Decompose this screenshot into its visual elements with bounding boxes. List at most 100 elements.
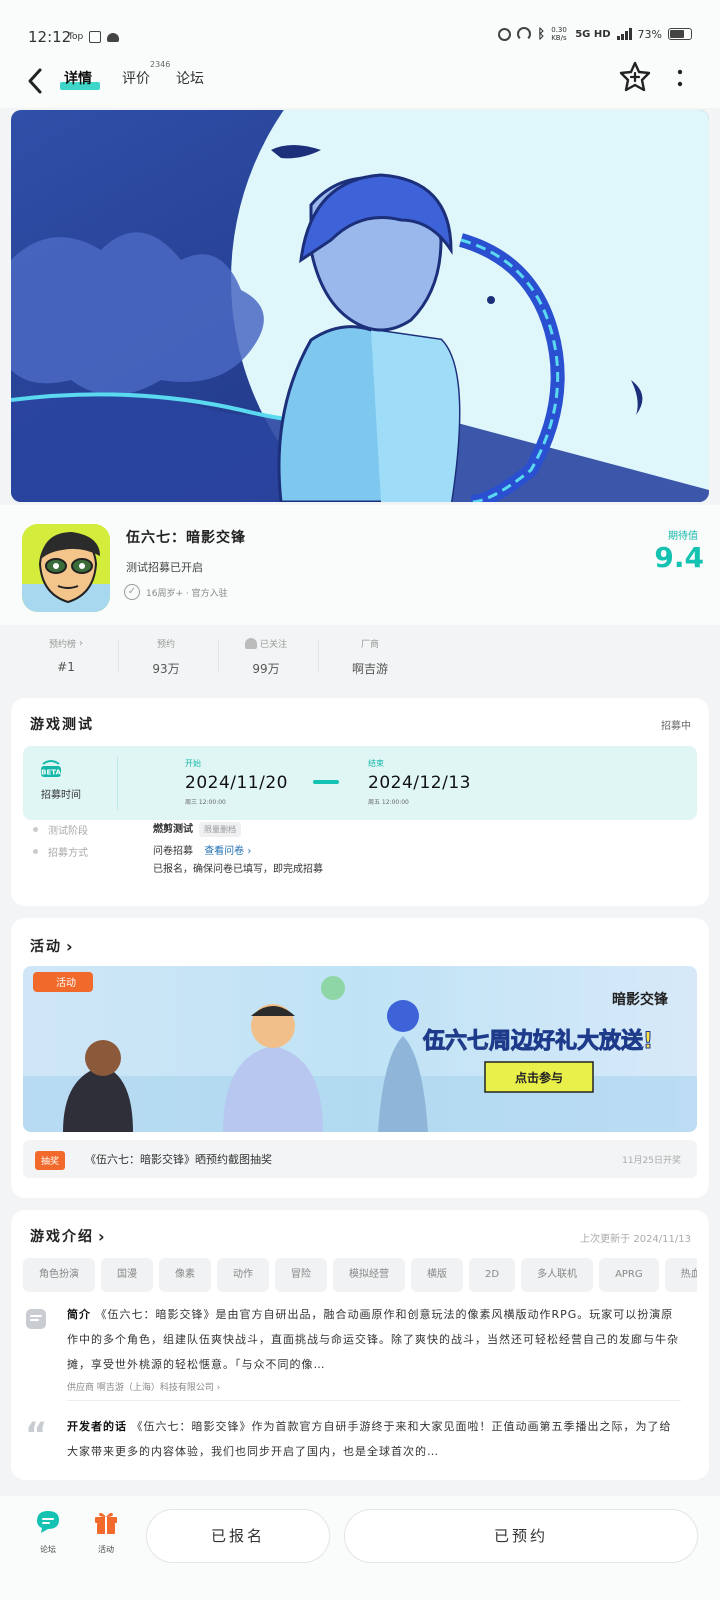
end-date: 2024/12/13 — [368, 773, 471, 793]
view-questionnaire-link[interactable]: 查看问卷 › — [204, 846, 251, 857]
stats-bar: 预约榜 › #1 预约 93万 已关注 99万 厂商 啊吉游 — [0, 625, 720, 687]
game-title: 伍六七：暗影交锋 — [126, 530, 246, 546]
network-type: 5G HD — [575, 28, 611, 40]
tab-details[interactable]: 详情 — [64, 68, 92, 88]
banner-tag: 活动 — [56, 977, 76, 989]
method-label-row: 招募方式 — [33, 844, 88, 859]
stat-reservations: 预约 93万 — [116, 637, 216, 677]
tag-chip[interactable]: 冒险 — [275, 1258, 327, 1292]
intro-paragraph[interactable]: 简介 《伍六七：暗影交锋》是由官方自研出品，融合动画原作和创意玩法的像素风横版动… — [67, 1302, 683, 1377]
game-test-card: 游戏测试 招募中 BETA 招募时间 开始 2024/11/20 周三 12:0… — [11, 698, 709, 906]
dev-text: 《伍六七：暗影交锋》作为首款官方自研手游终于来和大家见面啦！正值动画第五季播出之… — [67, 1420, 672, 1458]
forum-nav-item[interactable]: 论坛 — [28, 1508, 68, 1555]
stat-reservations-value: 93万 — [152, 662, 180, 676]
lottery-row[interactable]: 抽奖 《伍六七：暗影交锋》晒预约截图抽奖 11月25日开奖 — [23, 1140, 697, 1178]
status-right: ᛒ 0.30 KB/s 5G HD 73% — [498, 26, 692, 42]
status-time: 12:12 — [28, 28, 72, 46]
score-value: 9.4 — [654, 541, 704, 574]
stat-rank-label: 预约榜 — [48, 640, 76, 650]
divider — [117, 756, 118, 810]
tag-list: 角色扮演 国漫 像素 动作 冒险 模拟经营 横版 2D 多人联机 APRG 热血 — [23, 1258, 697, 1294]
bluetooth-icon: ᛒ — [537, 26, 546, 42]
signup-button[interactable]: 已报名 — [146, 1509, 330, 1563]
tag-chip[interactable]: 2D — [469, 1258, 516, 1292]
tag-chip[interactable]: 国漫 — [101, 1258, 153, 1292]
tag-chip[interactable]: APRG — [599, 1258, 659, 1292]
bottom-bar: 论坛 活动 已报名 已预约 — [0, 1496, 720, 1600]
gift-icon — [95, 1512, 117, 1534]
recruit-time-box: BETA 招募时间 开始 2024/11/20 周三 12:00:00 结束 2… — [23, 746, 697, 820]
tag-chip[interactable]: 角色扮演 — [23, 1258, 95, 1292]
stat-publisher-label: 厂商 — [360, 640, 379, 650]
more-vertical-icon[interactable] — [672, 68, 688, 90]
stat-publisher-value: 啊吉游 — [351, 662, 388, 676]
lottery-tag: 抽奖 — [35, 1151, 66, 1170]
stat-followers[interactable]: 已关注 99万 — [216, 637, 316, 677]
banner-logo: 暗影交锋 — [612, 991, 669, 1008]
phase-label: 测试阶段 — [48, 826, 88, 837]
beta-icon: BETA — [41, 760, 61, 777]
chevron-right-icon: › — [216, 1383, 221, 1393]
stat-followers-value: 99万 — [252, 662, 280, 676]
tab-forum[interactable]: 论坛 — [176, 68, 204, 88]
intro-text: 《伍六七：暗影交锋》是由官方自研出品，融合动画原作和创意玩法的像素风横版动作RP… — [67, 1308, 679, 1371]
activity-banner[interactable]: 暗影交锋 伍六七周边好礼大放送! 点击参与 活动 — [23, 966, 697, 1132]
tag-chip[interactable]: 横版 — [411, 1258, 463, 1292]
reviews-count-badge: 2346 — [150, 60, 171, 69]
card-icon — [89, 31, 102, 43]
game-subtitle: 测试招募已开启 — [126, 561, 203, 574]
speedometer-icon — [517, 27, 532, 41]
alarm-icon — [498, 27, 512, 41]
start-date-block: 开始 2024/11/20 周三 12:00:00 — [185, 758, 288, 806]
method-value: 问卷招募 — [153, 846, 193, 857]
banner-headline: 伍六七周边好礼大放送! — [422, 1028, 653, 1054]
hero-image[interactable] — [11, 110, 709, 502]
chat-bubble-icon — [37, 1511, 59, 1533]
status-bar: 12:12 Top ᛒ 0.30 KB/s 5G HD 73% — [0, 0, 720, 58]
chevron-right-icon: › — [247, 846, 252, 857]
tag-chip[interactable]: 动作 — [217, 1258, 269, 1292]
star-plus-icon[interactable] — [618, 60, 652, 94]
stat-rank[interactable]: 预约榜 › #1 — [16, 637, 116, 674]
reserve-button[interactable]: 已预约 — [344, 1509, 698, 1563]
signal-icon — [616, 28, 632, 40]
activity-title-link[interactable]: 活动 › — [30, 936, 75, 956]
score-label: 期待值 — [668, 531, 698, 542]
tag-chip[interactable]: 热血 — [664, 1258, 697, 1292]
activity-nav-item[interactable]: 活动 — [86, 1508, 126, 1555]
network-speed: 0.30 KB/s — [551, 26, 567, 42]
developer-note[interactable]: 开发者的话 《伍六七：暗影交锋》作为首款官方自研手游终于来和大家见面啦！正值动画… — [67, 1414, 683, 1464]
beta-label: BETA — [41, 769, 61, 777]
activity-title: 活动 — [30, 939, 62, 955]
top-nav: 详情 2346 评价 论坛 — [0, 58, 720, 108]
vendor-text: 供应商 啊吉游（上海）科技有限公司 — [67, 1383, 214, 1393]
tag-chip[interactable]: 多人联机 — [521, 1258, 594, 1292]
intro-title-link[interactable]: 游戏介绍 › — [30, 1226, 107, 1246]
stat-publisher[interactable]: 厂商 啊吉游 — [320, 637, 420, 677]
android-icon — [107, 32, 120, 42]
back-arrow-icon[interactable] — [24, 66, 48, 96]
intro-card: 游戏介绍 › 上次更新于 2024/11/13 角色扮演 国漫 像素 动作 冒险 模拟经营横… — [11, 1210, 709, 1480]
intro-title: 游戏介绍 — [30, 1229, 94, 1245]
vendor-link[interactable]: 供应商 啊吉游（上海）科技有限公司 › — [67, 1380, 220, 1393]
end-date-block: 结束 2024/12/13 周五 12:00:00 — [368, 758, 471, 806]
recruit-status: 招募中 — [661, 721, 691, 732]
stat-reservations-label: 预约 — [156, 640, 175, 650]
start-label: 开始 — [185, 759, 201, 768]
date-range-dash — [313, 780, 339, 784]
document-icon — [26, 1309, 46, 1329]
phase-value: 燃剪测试 — [153, 824, 193, 835]
bullet-icon — [33, 827, 38, 832]
battery-icon — [668, 28, 692, 40]
chevron-right-icon: › — [98, 1226, 107, 1246]
tag-chip[interactable]: 像素 — [159, 1258, 211, 1292]
method-value-row: 问卷招募 查看问卷 › — [153, 842, 251, 857]
tag-chip[interactable]: 模拟经营 — [333, 1258, 405, 1292]
start-time: 周三 12:00:00 — [185, 799, 226, 806]
activity-label: 活动 — [98, 1545, 114, 1554]
tab-reviews[interactable]: 评价 — [122, 68, 150, 88]
recruit-time-label: 招募时间 — [41, 790, 81, 801]
top-icon: Top — [68, 32, 84, 42]
game-meta-text: 16周岁+ · 官方入驻 — [146, 588, 228, 599]
lottery-text: 《伍六七：暗影交锋》晒预约截图抽奖 — [85, 1153, 272, 1166]
